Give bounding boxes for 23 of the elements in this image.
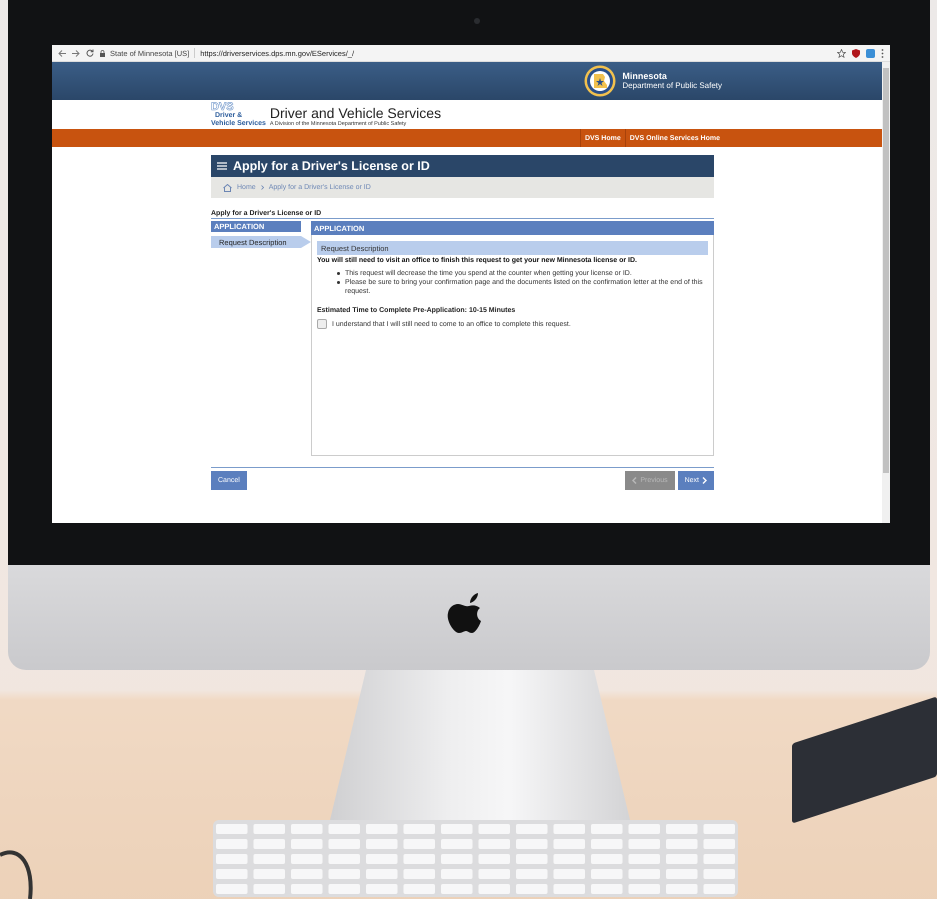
extension-icon[interactable] [866,48,875,58]
menu-icon[interactable] [217,162,227,170]
forward-icon[interactable] [72,50,80,56]
lock-icon [100,50,105,56]
chevron-icon [260,185,264,190]
back-icon[interactable] [58,50,66,56]
shield-icon[interactable] [852,48,860,58]
bullet-icon [337,272,340,275]
site-title: Driver and Vehicle Services [270,106,442,121]
page-title: Apply for a Driver's License or ID [233,159,430,173]
checkbox[interactable] [317,319,327,329]
department-name: Department of Public Safety [622,81,722,91]
chevron-icon [632,477,638,484]
reload-icon[interactable] [86,49,94,57]
home-icon[interactable] [223,184,232,192]
state-name: Minnesota [622,71,668,81]
star-icon[interactable] [837,48,846,58]
scrollbar[interactable] [882,62,890,523]
state-seal-icon [584,65,616,97]
menu-icon[interactable] [881,48,884,58]
chevron-icon [702,477,707,484]
camera-icon [474,18,480,24]
bullet-icon [337,281,340,284]
